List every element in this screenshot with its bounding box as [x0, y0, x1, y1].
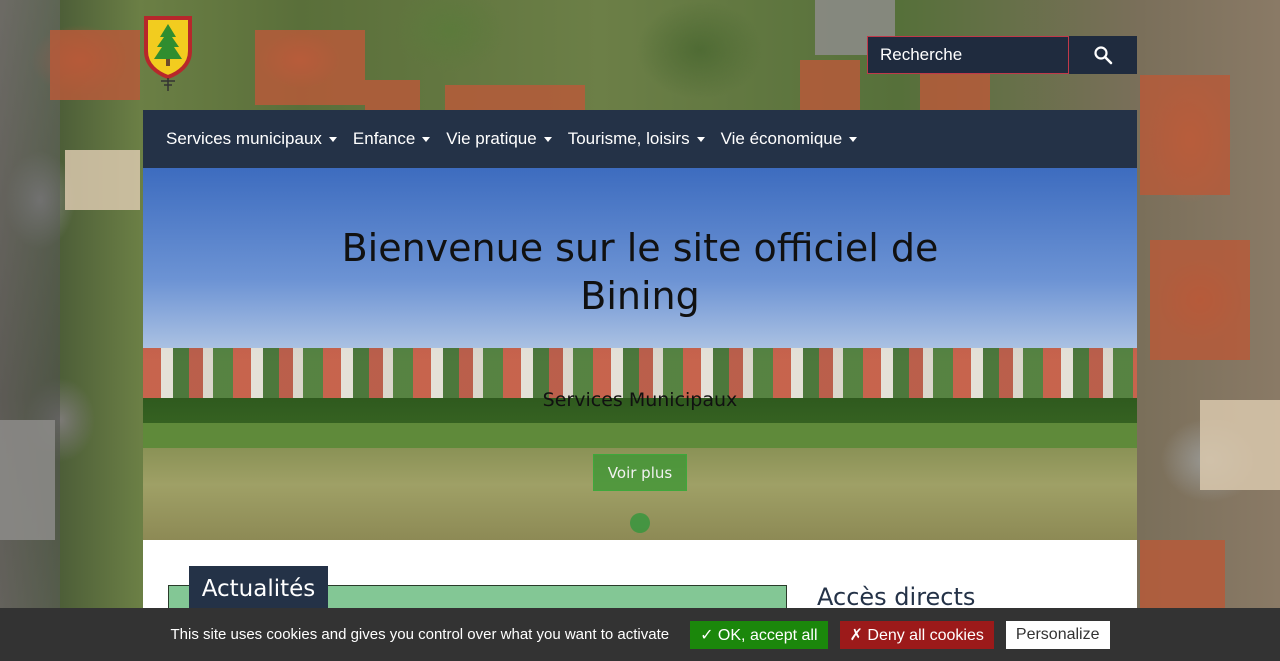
background-roof: [1200, 400, 1280, 490]
personalize-cookies-button[interactable]: Personalize: [1005, 620, 1110, 649]
direct-access-heading: Accès directs: [817, 583, 976, 611]
main-content-card: Services municipaux Enfance Vie pratique…: [143, 110, 1137, 661]
cookie-message: This site uses cookies and gives you con…: [170, 626, 670, 643]
caret-down-icon: [422, 136, 431, 142]
accept-all-cookies-button[interactable]: ✓ OK, accept all: [690, 620, 828, 649]
carousel-indicator-dot[interactable]: [630, 513, 650, 533]
search-icon: [1094, 46, 1113, 65]
search-input[interactable]: [867, 36, 1069, 74]
hero-subtitle: Services Municipaux: [542, 389, 738, 411]
background-roof: [0, 420, 55, 540]
background-roof: [255, 30, 365, 105]
cookie-consent-bar: This site uses cookies and gives you con…: [0, 608, 1280, 661]
main-navigation: Services municipaux Enfance Vie pratique…: [143, 110, 1137, 168]
background-roof: [1140, 75, 1230, 195]
nav-item-vie-pratique[interactable]: Vie pratique: [446, 129, 552, 149]
search-button[interactable]: [1069, 36, 1137, 74]
caret-down-icon: [849, 136, 858, 142]
background-roof: [65, 150, 140, 210]
background-roof: [920, 70, 990, 110]
background-roof: [50, 30, 140, 100]
nav-item-label: Vie pratique: [446, 129, 537, 148]
caret-down-icon: [696, 136, 705, 142]
nav-item-label: Tourisme, loisirs: [567, 129, 690, 148]
hero-title: Bienvenue sur le site officiel de Bining: [143, 224, 1137, 320]
nav-item-label: Vie économique: [720, 129, 843, 148]
background-roof: [365, 80, 420, 110]
nav-item-services-municipaux[interactable]: Services municipaux: [166, 129, 337, 149]
search-bar: [867, 36, 1137, 74]
hero-banner: Bienvenue sur le site officiel de Bining…: [143, 168, 1137, 540]
nav-item-enfance[interactable]: Enfance: [352, 129, 431, 149]
background-roof: [1150, 240, 1250, 360]
nav-item-vie-economique[interactable]: Vie économique: [721, 129, 858, 149]
background-roof: [800, 60, 860, 110]
deny-all-cookies-button[interactable]: ✗ Deny all cookies: [839, 620, 994, 649]
see-more-button[interactable]: Voir plus: [593, 454, 687, 491]
news-heading: Actualités: [189, 566, 328, 612]
caret-down-icon: [543, 136, 552, 142]
nav-item-label: Enfance: [352, 129, 416, 148]
background-roof: [1140, 540, 1225, 608]
nav-item-label: Services municipaux: [166, 129, 322, 148]
caret-down-icon: [328, 136, 337, 142]
nav-item-tourisme-loisirs[interactable]: Tourisme, loisirs: [568, 129, 705, 149]
town-coat-of-arms-logo[interactable]: [143, 15, 193, 93]
background-roof: [445, 85, 585, 110]
hero-title-line: Bining: [580, 274, 700, 318]
hero-title-line: Bienvenue sur le site officiel de: [341, 226, 939, 270]
